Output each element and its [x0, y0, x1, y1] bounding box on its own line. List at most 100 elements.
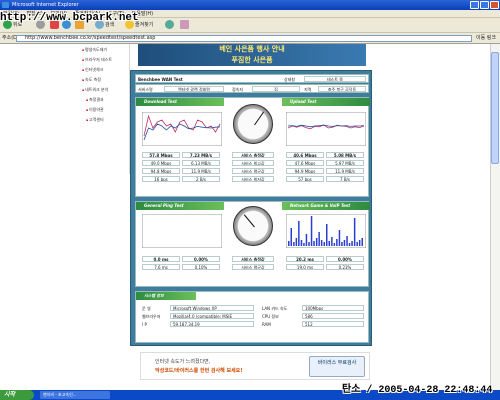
dl-max-mbs: 6.13 MB/s [182, 160, 220, 166]
nav-item[interactable]: 네트워크 분석 [82, 87, 108, 93]
ram-value: 512 [302, 321, 364, 327]
download-gauge [233, 104, 273, 144]
ul-measure-mbps: 40.6 Mbps [286, 152, 324, 158]
mail-button[interactable] [180, 20, 190, 31]
ie-icon [2, 2, 9, 8]
dl-measure-mbs: 7.23 MB/s [182, 152, 220, 158]
voip-bar [351, 241, 353, 246]
voip-avg-ms: 19.0 ms [286, 264, 324, 270]
ul-max-mbs: 5.97 MB/s [326, 160, 364, 166]
gauge-needle [243, 214, 255, 228]
ping-gauge [233, 206, 273, 246]
test-header: Benchbee WAN Test 상태창 테스트 중 [135, 74, 369, 83]
dl-max-mbps: 49.0 Mbps [142, 160, 180, 166]
dl-measure-mbps: 57.8 Mbps [142, 152, 180, 158]
gauge-needle [254, 111, 265, 126]
go-button[interactable]: 이동 링크 [476, 35, 496, 42]
browser-value: Mozilla/4.0 (compatible; MSIE [170, 313, 254, 319]
voip-bar [353, 218, 356, 246]
os-value: Microsoft Windows XP [170, 305, 254, 311]
chart-frame [286, 112, 366, 146]
voip-bar [298, 221, 300, 246]
voip-bar [318, 232, 320, 246]
download-header: Download Test [136, 98, 224, 106]
voip-chart [286, 214, 366, 248]
address-input[interactable]: http://www.benchbee.co.kr/speedtest/spee… [16, 35, 472, 42]
ping-avg-ms: 7.6 ms [142, 264, 180, 270]
banner-text2: 악성코드/바이러스를 한번 검사해 보세요! [155, 368, 243, 374]
history-button[interactable] [165, 20, 175, 31]
virus-check-button[interactable]: 바이러스 무료검사 [309, 356, 365, 377]
banner-line1: 베인 사은품 행사 안내 [219, 45, 285, 53]
close-button[interactable] [490, 1, 499, 9]
voip-bar [295, 238, 298, 246]
voip-bar [300, 240, 303, 246]
browser-label: 웹브라우저 [142, 314, 161, 319]
start-button[interactable]: 시작 [0, 390, 34, 400]
nav-item[interactable]: 평생속도재기 [82, 47, 107, 53]
voip-bar [328, 241, 330, 246]
label-avg: 서비스 평균값 [232, 168, 274, 174]
voip-bar [356, 242, 358, 246]
title-bar: Microsoft Internet Explorer [0, 0, 500, 10]
nav-item[interactable]: 속도 측정 [82, 77, 101, 83]
nav-item[interactable]: 인터넷체크 [82, 67, 103, 73]
label-max: 서비스 최고값 [232, 160, 274, 166]
cpu-label: CPU 정보 [262, 314, 279, 319]
taskbar-item-ie[interactable]: 벤치비 - 초고속인... [40, 391, 110, 399]
label-measure: 서비스 측정값 [232, 152, 274, 158]
dl-avg-mbps: 94.8 Mbps [142, 168, 180, 174]
nav-item[interactable]: 측정결과 [86, 97, 104, 103]
sysinfo-header: 시스템 정보 [136, 292, 196, 300]
voip-bar [320, 240, 323, 246]
label-avg: 서비스 평균값 [232, 264, 274, 270]
lan-value: 100Mbps [302, 305, 364, 311]
promo-banner[interactable]: 베인 사은품 행사 안내 푸짐한 사은품 [138, 44, 366, 66]
lan-label: LAN 카드 속도 [262, 306, 288, 311]
status-value: 테스트 중 [304, 76, 366, 82]
nav-item[interactable]: 고객센터 [86, 117, 104, 123]
test-title: Benchbee WAN Test [138, 77, 183, 82]
dl-avg-mbs: 11.9 MB/s [182, 168, 220, 174]
region-label: 접속지 [232, 87, 244, 92]
ul-min-bs: 7 B/s [326, 176, 364, 182]
ping-header: General Ping Test [136, 202, 224, 210]
voip-bar [348, 243, 351, 246]
upload-chart [286, 112, 366, 146]
ul-min-bps: 57 bps [286, 176, 324, 182]
os-label: 운 영 [142, 306, 151, 311]
area-label: 지역 [304, 87, 312, 92]
voip-bar [326, 224, 328, 246]
voip-bar [315, 238, 318, 246]
download-chart [142, 112, 222, 146]
chart-frame [142, 214, 222, 248]
voip-bar [338, 230, 341, 246]
voip-bar [305, 234, 308, 246]
nav-item[interactable]: 브라우저 테스트 [82, 57, 112, 63]
voip-bar [293, 242, 295, 246]
mail-icon [180, 20, 189, 29]
voip-measure-ms: 20.2 ms [286, 256, 324, 262]
scrollbar-thumb[interactable] [491, 52, 499, 164]
voip-bar [333, 243, 336, 246]
maximize-button[interactable] [480, 1, 489, 9]
ping-section: General Ping Test Network Game & VoIP Te… [135, 201, 370, 287]
label-min: 서비스 최저값 [232, 176, 274, 182]
banner-line2: 푸짐한 사은품 [231, 56, 273, 64]
voip-bar [288, 241, 290, 246]
ul-measure-mbs: 5.08 MB/s [326, 152, 364, 158]
service-row: 서비스명 엔터넷 광랜 정회원 접속지 집 지역 충주 북구 공덕동 [135, 84, 369, 93]
virus-check-banner[interactable]: 인터넷 속도가 느려졌다면, 악성코드/바이러스를 한번 검사해 보세요! 바이… [140, 352, 370, 380]
ping-measure-loss: 0.00% [182, 256, 220, 262]
ping-measure-ms: 0.0 ms [142, 256, 180, 262]
minimize-button[interactable] [470, 1, 479, 9]
speed-section: Download Test Upload Test 57.8 Mbps 7.23… [135, 97, 370, 197]
voip-bar [361, 238, 363, 246]
sysinfo-section: 시스템 정보 운 영 Microsoft Windows XP 웹브라우저 Mo… [135, 291, 369, 343]
ul-avg-mbps: 94.9 Mbps [286, 168, 324, 174]
timestamp-overlay: 탄소 / 2005-04-28 22:48:44 [342, 385, 493, 396]
ping-avg-loss: 0.10% [182, 264, 220, 270]
voip-bar [346, 236, 348, 246]
upload-header: Upload Test [282, 98, 370, 106]
nav-item[interactable]: 이용약관 [86, 107, 104, 113]
